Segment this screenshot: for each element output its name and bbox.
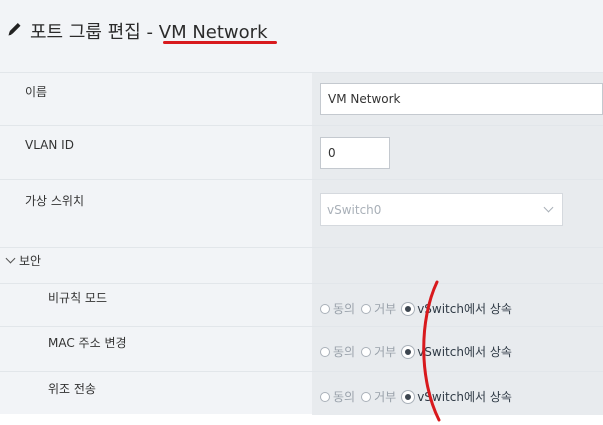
security-section-toggle[interactable]: 보안 xyxy=(0,252,312,269)
row-name: 이름 VM Network xyxy=(0,72,603,126)
edit-port-group-dialog: 포트 그룹 편집 - VM Network 이름 VM Network VLAN… xyxy=(0,0,603,415)
pencil-icon xyxy=(8,23,21,36)
red-arc-annotation xyxy=(422,280,441,422)
vlan-id-value-cell: 0 xyxy=(312,126,603,180)
promiscuous-accept-radio[interactable]: 동의 xyxy=(320,300,355,317)
vlan-id-input[interactable]: 0 xyxy=(320,137,390,169)
red-underline-annotation xyxy=(163,41,277,44)
row-forged-transmits: 위조 전송 동의 거부 vSwitch에서 상속 xyxy=(0,371,603,415)
promiscuous-mode-label: 비규칙 모드 xyxy=(48,291,108,305)
radio-dot xyxy=(320,346,330,357)
radio-dot-selected xyxy=(402,302,415,315)
row-promiscuous-mode: 비규칙 모드 동의 거부 vSwitch에서 상속 xyxy=(0,283,603,327)
radio-dot-selected xyxy=(402,390,415,403)
forged-transmits-label: 위조 전송 xyxy=(48,382,96,396)
radio-dot xyxy=(361,391,372,402)
virtual-switch-value-cell: vSwitch0 xyxy=(312,180,603,248)
title-separator: - xyxy=(140,22,159,43)
security-section-right xyxy=(312,248,603,284)
mac-address-changes-options: 동의 거부 vSwitch에서 상속 xyxy=(312,327,603,372)
promiscuous-reject-radio[interactable]: 거부 xyxy=(361,300,396,317)
title-prefix: 포트 그룹 편집 xyxy=(30,22,141,43)
radio-dot xyxy=(361,346,372,357)
name-input[interactable]: VM Network xyxy=(320,83,603,115)
forged-transmits-options: 동의 거부 vSwitch에서 상속 xyxy=(312,372,603,415)
mac-accept-radio[interactable]: 동의 xyxy=(320,343,355,360)
virtual-switch-select[interactable]: vSwitch0 xyxy=(320,193,563,226)
chevron-down-icon xyxy=(5,253,16,264)
name-value-cell: VM Network xyxy=(312,73,603,126)
virtual-switch-select-value: vSwitch0 xyxy=(327,202,382,217)
radio-dot xyxy=(320,303,330,314)
vlan-id-label: VLAN ID xyxy=(25,138,74,152)
dialog-header: 포트 그룹 편집 - VM Network xyxy=(0,0,603,52)
radio-dot xyxy=(320,391,330,402)
forged-reject-radio[interactable]: 거부 xyxy=(361,388,396,405)
row-virtual-switch: 가상 스위치 vSwitch0 xyxy=(0,179,603,248)
security-section-label: 보안 xyxy=(19,254,42,268)
forged-accept-radio[interactable]: 동의 xyxy=(320,388,355,405)
chevron-down-icon xyxy=(543,202,554,213)
virtual-switch-label: 가상 스위치 xyxy=(25,194,85,208)
promiscuous-mode-options: 동의 거부 vSwitch에서 상속 xyxy=(312,284,603,327)
row-mac-address-changes: MAC 주소 변경 동의 거부 vSwitch에서 상속 xyxy=(0,326,603,372)
section-security: 보안 xyxy=(0,247,603,284)
title-port-group-name: VM Network xyxy=(158,22,268,43)
name-label: 이름 xyxy=(25,85,48,99)
mac-reject-radio[interactable]: 거부 xyxy=(361,343,396,360)
row-vlan-id: VLAN ID 0 xyxy=(0,125,603,180)
mac-address-changes-label: MAC 주소 변경 xyxy=(48,336,127,350)
radio-dot-selected xyxy=(402,345,415,358)
radio-dot xyxy=(361,303,372,314)
